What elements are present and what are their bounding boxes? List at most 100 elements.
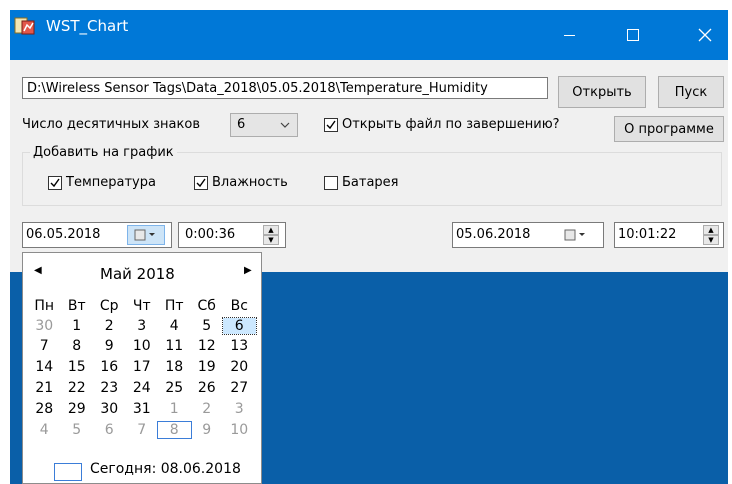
spin-up-icon[interactable]: ▲ — [703, 225, 719, 235]
calendar-day[interactable]: 2 — [191, 401, 224, 417]
temperature-checkbox[interactable] — [48, 176, 62, 190]
calendar-day[interactable]: 25 — [158, 380, 191, 396]
calendar-day[interactable]: 17 — [126, 359, 159, 375]
calendar-day[interactable]: 15 — [61, 359, 94, 375]
checkmark-icon — [50, 178, 60, 188]
calendar-day[interactable]: 10 — [223, 422, 256, 438]
window-title: WST_Chart — [46, 17, 129, 35]
weekday: Пт — [164, 298, 184, 314]
calendar-day[interactable]: 8 — [61, 338, 94, 354]
battery-checkbox[interactable] — [324, 176, 338, 190]
calendar-day[interactable]: 9 — [191, 422, 224, 438]
calendar-day[interactable]: 19 — [191, 359, 224, 375]
calendar-day[interactable]: 28 — [28, 401, 61, 417]
humidity-label: Влажность — [212, 175, 288, 190]
calendar-week: 30 1 2 3 4 5 6 — [28, 317, 257, 335]
decimals-select[interactable]: 6 — [230, 113, 298, 137]
humidity-checkbox[interactable] — [194, 176, 208, 190]
calendar-week: 14 15 16 17 18 19 20 — [28, 359, 256, 375]
checkmark-icon — [196, 178, 206, 188]
end-date-picker[interactable]: 05.06.2018 — [452, 222, 604, 248]
calendar-day[interactable]: 7 — [126, 422, 159, 438]
decimals-label: Число десятичных знаков — [22, 117, 200, 132]
calendar-day[interactable]: 4 — [28, 422, 61, 438]
weekday: Вт — [67, 298, 86, 314]
end-date-dropdown[interactable] — [557, 225, 595, 245]
open-on-finish-label: Открыть файл по завершению? — [342, 117, 560, 132]
battery-label: Батарея — [342, 175, 399, 190]
app-icon — [14, 16, 36, 36]
prev-month-icon[interactable]: ◀ — [34, 265, 42, 276]
calendar-week: 7 8 9 10 11 12 13 — [28, 338, 256, 354]
today-link[interactable]: Сегодня: 08.06.2018 — [90, 461, 241, 477]
start-date-picker[interactable]: 06.05.2018 — [22, 222, 172, 248]
start-date-value: 06.05.2018 — [26, 227, 101, 242]
start-date-dropdown[interactable] — [127, 225, 165, 245]
temperature-label: Температура — [66, 175, 156, 190]
start-time-field[interactable]: 0:00:36 ▲ ▼ — [178, 222, 286, 248]
calendar-day[interactable]: 2 — [93, 318, 126, 334]
close-button[interactable] — [682, 10, 728, 60]
end-time-spinner[interactable]: ▲ ▼ — [703, 225, 719, 245]
file-path-input[interactable]: D:\Wireless Sensor Tags\Data_2018\05.05.… — [22, 77, 548, 99]
maximize-button[interactable] — [610, 10, 656, 60]
calendar-day[interactable]: 30 — [93, 401, 126, 417]
calendar-dropdown-icon — [134, 229, 155, 241]
weekday-header: Пн Вт Ср Чт Пт Сб Вс — [28, 298, 256, 314]
close-icon — [698, 28, 712, 42]
calendar-day[interactable]: 1 — [158, 401, 191, 417]
calendar-day[interactable]: 13 — [223, 338, 256, 354]
open-on-finish-checkbox[interactable] — [324, 118, 338, 132]
calendar-day[interactable]: 29 — [61, 401, 94, 417]
open-button[interactable]: Открыть — [558, 76, 646, 108]
calendar-day[interactable]: 14 — [28, 359, 61, 375]
calendar-day[interactable]: 10 — [126, 338, 159, 354]
calendar-day[interactable]: 31 — [126, 401, 159, 417]
calendar-day[interactable]: 30 — [28, 318, 61, 334]
weekday: Вс — [230, 298, 248, 314]
spin-up-icon[interactable]: ▲ — [263, 225, 279, 235]
calendar-week: 4 5 6 7 8 9 10 — [28, 421, 256, 439]
weekday: Чт — [132, 298, 151, 314]
calendar-day[interactable]: 16 — [93, 359, 126, 375]
calendar-dropdown-icon — [564, 229, 585, 241]
calendar-day[interactable]: 24 — [126, 380, 159, 396]
calendar-day[interactable]: 26 — [191, 380, 224, 396]
calendar-day[interactable]: 1 — [61, 318, 94, 334]
end-time-value: 10:01:22 — [618, 227, 677, 242]
minimize-button[interactable] — [546, 10, 592, 60]
calendar-day[interactable]: 3 — [126, 318, 159, 334]
start-button[interactable]: Пуск — [658, 76, 724, 108]
calendar-day-selected[interactable]: 6 — [222, 317, 257, 335]
calendar-day[interactable]: 3 — [223, 401, 256, 417]
about-button[interactable]: О программе — [614, 116, 724, 142]
calendar-day-today[interactable]: 8 — [157, 421, 192, 439]
calendar-day[interactable]: 9 — [93, 338, 126, 354]
next-month-icon[interactable]: ▶ — [244, 265, 252, 276]
end-time-field[interactable]: 10:01:22 ▲ ▼ — [614, 222, 724, 248]
calendar-day[interactable]: 22 — [61, 380, 94, 396]
calendar-day[interactable]: 6 — [93, 422, 126, 438]
spin-down-icon[interactable]: ▼ — [703, 235, 719, 245]
checkmark-icon — [326, 120, 336, 130]
calendar-day[interactable]: 5 — [61, 422, 94, 438]
maximize-icon — [627, 29, 639, 41]
calendar-day[interactable]: 23 — [93, 380, 126, 396]
calendar-day[interactable]: 5 — [191, 318, 224, 334]
calendar-day[interactable]: 12 — [191, 338, 224, 354]
calendar-day[interactable]: 4 — [158, 318, 191, 334]
today-marker-icon[interactable] — [54, 463, 82, 481]
calendar-day[interactable]: 7 — [28, 338, 61, 354]
calendar-week: 28 29 30 31 1 2 3 — [28, 401, 256, 417]
weekday: Пн — [34, 298, 55, 314]
calendar-day[interactable]: 27 — [223, 380, 256, 396]
spin-down-icon[interactable]: ▼ — [263, 235, 279, 245]
end-date-value: 05.06.2018 — [456, 227, 531, 242]
start-time-spinner[interactable]: ▲ ▼ — [263, 225, 279, 245]
calendar-day[interactable]: 11 — [158, 338, 191, 354]
calendar-week: 21 22 23 24 25 26 27 — [28, 380, 256, 396]
calendar-day[interactable]: 20 — [223, 359, 256, 375]
calendar-month[interactable]: Май 2018 — [100, 265, 175, 283]
calendar-day[interactable]: 18 — [158, 359, 191, 375]
calendar-day[interactable]: 21 — [28, 380, 61, 396]
